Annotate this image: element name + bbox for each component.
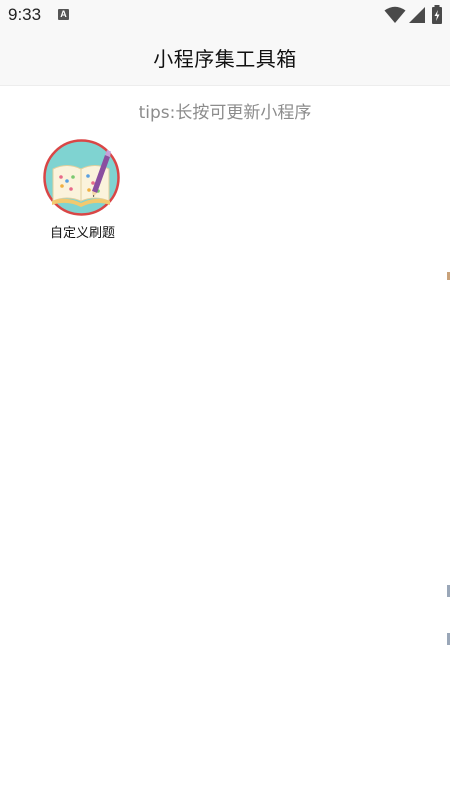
wifi-icon [384, 6, 406, 23]
mini-program-item[interactable]: 自定义刷题 [30, 138, 135, 246]
page-title: 小程序集工具箱 [153, 47, 297, 71]
app-bar: 小程序集工具箱 [0, 30, 450, 86]
screen: 9:33 A 小程序集工具箱 tips:长按可更新小程序 自定义刷题 [0, 0, 450, 800]
tips-text: tips:长按可更新小程序 [138, 103, 312, 123]
signal-icon [409, 7, 425, 23]
mini-program-label: 自定义刷题 [49, 226, 115, 241]
notification-icon: A [58, 9, 69, 20]
status-time: 9:33 [8, 5, 42, 24]
battery-icon [432, 5, 442, 24]
status-bar: 9:33 A [0, 0, 450, 30]
book-pen-icon[interactable] [43, 139, 120, 216]
